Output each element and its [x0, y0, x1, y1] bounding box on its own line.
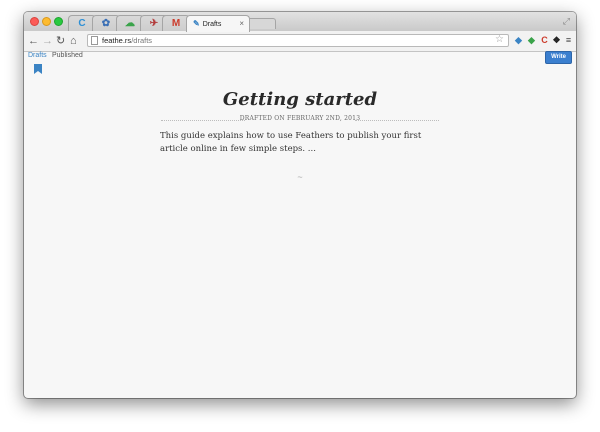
page-icon	[91, 36, 98, 45]
forward-icon[interactable]: →	[42, 34, 53, 48]
reload-icon[interactable]: ↻	[56, 34, 65, 48]
article-title[interactable]: Getting started	[24, 89, 576, 110]
article-dateline: DRAFTED ON FEBRUARY 2ND, 2013	[161, 115, 439, 125]
bookmark-star-icon[interactable]: ☆	[495, 34, 504, 45]
extension-icon[interactable]: C	[539, 35, 550, 46]
article-excerpt: This guide explains how to use Feathers …	[160, 131, 422, 154]
browser-window: C ✿ ☁ ✈ M ✎ Drafts × ⤢ ← → ↻ ⌂ feathe.rs…	[24, 12, 576, 398]
tab-favicon-icon: C	[78, 17, 86, 29]
extension-icon[interactable]: ❖	[551, 35, 562, 46]
zoom-window-button[interactable]	[54, 17, 63, 26]
app-header: Drafts Published Write	[24, 51, 576, 64]
home-icon[interactable]: ⌂	[70, 34, 77, 48]
fullscreen-icon[interactable]: ⤢	[563, 16, 570, 27]
tab-title: Drafts	[202, 20, 222, 28]
url-text: feathe.rs/drafts	[102, 36, 152, 45]
bookmark-icon	[34, 64, 42, 74]
minimize-window-button[interactable]	[42, 17, 51, 26]
extension-icon[interactable]: ◆	[526, 35, 537, 46]
url-path: /drafts	[131, 36, 153, 45]
tab-favicon-icon: ✿	[101, 17, 111, 29]
back-icon[interactable]: ←	[28, 34, 39, 48]
tab-close-icon[interactable]: ×	[239, 19, 244, 28]
tab-strip: C ✿ ☁ ✈ M ✎ Drafts × ⤢	[24, 12, 576, 32]
url-host: feathe.rs	[102, 36, 132, 45]
nav-drafts-link[interactable]: Drafts	[28, 52, 47, 59]
write-button[interactable]: Write	[545, 51, 572, 64]
tab-favicon-icon: ☁	[125, 17, 135, 29]
gmail-icon: M	[171, 17, 181, 29]
address-bar[interactable]: feathe.rs/drafts ☆	[87, 34, 509, 47]
feather-icon: ✎	[193, 19, 200, 28]
browser-toolbar: ← → ↻ ⌂ feathe.rs/drafts ☆ ◆ ◆ C ❖ ≡	[24, 31, 576, 52]
tab-drafts[interactable]: ✎ Drafts ×	[186, 15, 250, 32]
close-window-button[interactable]	[30, 17, 39, 26]
menu-icon[interactable]: ≡	[563, 35, 574, 46]
tab-favicon-icon: ✈	[149, 17, 159, 29]
nav-published-link[interactable]: Published	[52, 52, 83, 59]
dateline-rule-right	[355, 120, 439, 121]
extension-icon[interactable]: ◆	[513, 35, 524, 46]
article-separator: ~	[297, 172, 303, 182]
